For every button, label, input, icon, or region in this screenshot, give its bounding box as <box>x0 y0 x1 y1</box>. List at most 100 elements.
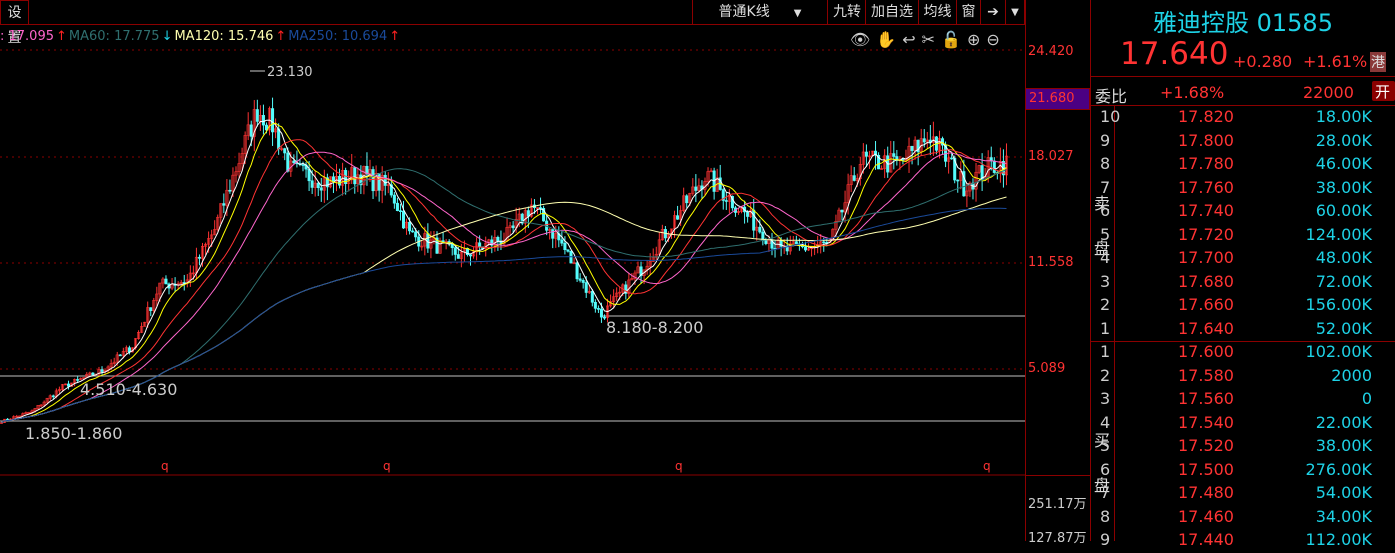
candle-body <box>694 186 698 191</box>
window-button[interactable]: 窗 <box>957 0 981 25</box>
order-diff: 22000 <box>1303 83 1354 102</box>
candle-body <box>910 145 914 151</box>
level-number: 6 <box>1100 201 1111 220</box>
candle-body <box>255 109 259 122</box>
candle-body <box>249 124 253 137</box>
signal-marker: q <box>675 459 683 473</box>
order-price: 17.560 <box>1178 389 1234 408</box>
level-number: 2 <box>1100 295 1111 314</box>
bid-row[interactable]: 5 17.520 38.00K <box>1092 436 1395 459</box>
candle-body <box>414 231 418 238</box>
bid-row[interactable]: 4 17.540 22.00K <box>1092 413 1395 436</box>
order-volume: 54.00K <box>1315 483 1372 502</box>
candle-body <box>456 254 460 259</box>
candle-body <box>566 249 570 252</box>
bid-row[interactable]: 9 17.440 112.00K <box>1092 530 1395 553</box>
order-volume: 72.00K <box>1315 271 1372 291</box>
trend-arrow-icon: ↓ <box>161 29 173 44</box>
ask-row[interactable]: 3 17.680 72.00K <box>1092 272 1395 295</box>
order-price: 17.700 <box>1178 248 1234 267</box>
candle-body <box>599 308 603 318</box>
axis-label-18027: 18.027 <box>1028 149 1074 164</box>
trend-arrow-icon: ↑ <box>56 29 67 44</box>
ask-row[interactable]: 9 17.800 28.00K <box>1092 131 1395 154</box>
candle-body <box>746 211 750 217</box>
level-number: 5 <box>1100 224 1111 244</box>
more-dropdown-icon[interactable]: ▼ <box>1006 0 1025 25</box>
kline-type-select[interactable]: 普通K线 ▼ <box>692 0 828 25</box>
bid-row[interactable]: 2 17.580 2000 <box>1092 366 1395 389</box>
ask-row[interactable]: 5 17.720 124.00K <box>1092 225 1395 248</box>
order-volume: 46.00K <box>1315 154 1372 173</box>
order-volume: 0 <box>1361 389 1372 408</box>
candle-body <box>408 221 412 232</box>
candle-body <box>222 203 226 206</box>
open-account-button[interactable]: 开 <box>1372 81 1395 101</box>
candle-body <box>581 280 585 283</box>
level-number: 1 <box>1100 342 1111 361</box>
candle-body <box>590 291 594 303</box>
ma5-line <box>1 119 1007 423</box>
order-price: 17.740 <box>1178 201 1234 220</box>
candle-body <box>319 187 323 191</box>
bid-row[interactable]: 8 17.460 34.00K <box>1092 507 1395 530</box>
candle-body <box>67 383 71 387</box>
candle-body <box>371 169 375 192</box>
bid-row[interactable]: 1 17.600 102.00K <box>1092 342 1395 365</box>
ask-row[interactable]: 2 17.660 156.00K <box>1092 295 1395 318</box>
bid-row[interactable]: 7 17.480 54.00K <box>1092 483 1395 506</box>
bid-row[interactable]: 3 17.560 0 <box>1092 389 1395 412</box>
candle-body <box>560 239 564 244</box>
ask-row[interactable]: 10 17.820 18.00K <box>1092 107 1395 130</box>
candle-body <box>685 195 689 204</box>
candle-body <box>992 160 996 173</box>
ask-row[interactable]: 8 17.780 46.00K <box>1092 154 1395 177</box>
candle-body <box>794 241 798 245</box>
ma-legend: : 17.095 ↑ MA60: 17.775 ↓ MA120: 15.746 ↑ MA25… <box>0 29 402 44</box>
candle-body <box>292 160 296 164</box>
settings-button[interactable]: 设置 <box>0 0 29 46</box>
stock-name: 雅迪控股 01585 <box>1153 9 1333 37</box>
candle-body <box>118 354 122 357</box>
support-label: 1.850-1.860 <box>25 424 122 443</box>
ma-value: MA120: 15.746 <box>174 29 274 44</box>
nine-turn-button[interactable]: 九转 <box>829 0 866 25</box>
ask-row[interactable]: 4 17.700 48.00K <box>1092 248 1395 271</box>
collapse-panel-icon[interactable]: ➔ <box>981 0 1006 25</box>
kline-chart[interactable]: 23.130 8.180-8.200 4.510-4.630 1.850-1.860 q… <box>0 45 1025 541</box>
order-volume: 102.00K <box>1305 342 1372 361</box>
candle-body <box>261 115 265 126</box>
candle-body <box>764 240 768 244</box>
candle-body <box>316 182 320 189</box>
ask-row[interactable]: 6 17.740 60.00K <box>1092 201 1395 224</box>
axis-label-24420: 24.420 <box>1028 44 1074 59</box>
order-price: 17.440 <box>1178 530 1234 549</box>
add-watchlist-button[interactable]: 加自选 <box>866 0 919 25</box>
candle-body <box>468 254 473 257</box>
bid-row[interactable]: 6 17.500 276.00K <box>1092 460 1395 483</box>
last-price: 17.640 <box>1120 36 1229 72</box>
order-volume: 156.00K <box>1305 295 1372 314</box>
ask-row[interactable]: 7 17.760 38.00K <box>1092 178 1395 201</box>
candle-body <box>377 173 381 191</box>
level-number: 3 <box>1100 271 1111 291</box>
candle-body <box>411 230 415 233</box>
ma-button[interactable]: 均线 <box>919 0 957 25</box>
price-change-pct: +1.61% <box>1303 52 1368 71</box>
candle-body <box>596 308 600 310</box>
order-price: 17.540 <box>1178 412 1234 432</box>
level-number: 5 <box>1100 436 1111 455</box>
candle-body <box>164 278 168 285</box>
signal-marker: q <box>983 459 991 473</box>
candle-body <box>852 175 856 181</box>
candle-body <box>392 194 396 204</box>
candle-body <box>353 167 357 185</box>
candle-body <box>496 236 500 242</box>
level-number: 6 <box>1100 459 1111 479</box>
candle-body <box>453 247 457 255</box>
candle-body <box>551 229 555 239</box>
ma10-line <box>1 122 1007 423</box>
hk-market-badge: 港 <box>1370 52 1386 72</box>
ask-row[interactable]: 1 17.640 52.00K <box>1092 319 1395 342</box>
candle-body <box>310 180 314 188</box>
